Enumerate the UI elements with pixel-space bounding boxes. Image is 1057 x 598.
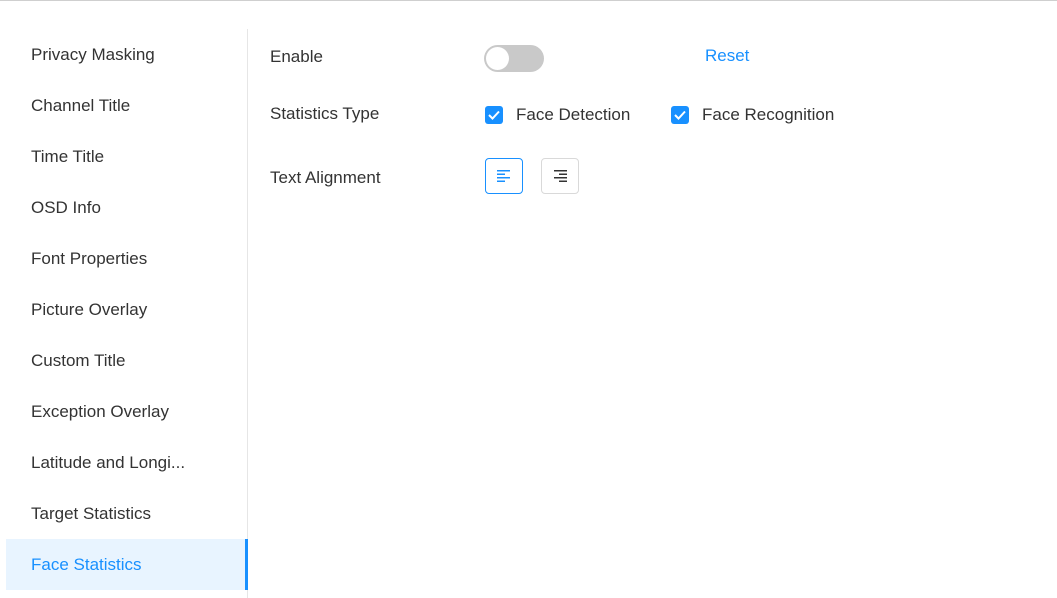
checkmark-icon bbox=[671, 106, 689, 124]
sidebar-item-picture-overlay[interactable]: Picture Overlay bbox=[6, 284, 248, 335]
align-right-button[interactable] bbox=[541, 158, 579, 194]
checkmark-icon bbox=[485, 106, 503, 124]
align-right-icon bbox=[554, 170, 567, 182]
sidebar-item-privacy-masking[interactable]: Privacy Masking bbox=[6, 29, 248, 80]
sidebar-item-custom-title[interactable]: Custom Title bbox=[6, 335, 248, 386]
enable-label: Enable bbox=[270, 47, 323, 66]
align-left-button[interactable] bbox=[485, 158, 523, 194]
face-detection-checkbox[interactable]: Face Detection bbox=[485, 104, 630, 126]
text-alignment-label: Text Alignment bbox=[270, 168, 381, 187]
toggle-knob bbox=[486, 47, 509, 70]
sidebar-item-exception-overlay[interactable]: Exception Overlay bbox=[6, 386, 248, 437]
enable-toggle[interactable] bbox=[484, 45, 544, 72]
sidebar-item-time-title[interactable]: Time Title bbox=[6, 131, 248, 182]
sidebar-menu: Privacy Masking Channel Title Time Title… bbox=[0, 29, 248, 598]
sidebar-item-latitude-longitude[interactable]: Latitude and Longi... bbox=[6, 437, 248, 488]
face-detection-label: Face Detection bbox=[516, 105, 631, 124]
sidebar-item-target-statistics[interactable]: Target Statistics bbox=[6, 488, 248, 539]
page-frame: Privacy Masking Channel Title Time Title… bbox=[0, 0, 1057, 598]
sidebar-item-face-statistics[interactable]: Face Statistics bbox=[6, 539, 248, 590]
sidebar-item-channel-title[interactable]: Channel Title bbox=[6, 80, 248, 131]
align-left-icon bbox=[497, 170, 510, 182]
face-recognition-checkbox[interactable]: Face Recognition bbox=[671, 104, 834, 126]
reset-link[interactable]: Reset bbox=[705, 46, 749, 66]
statistics-type-label: Statistics Type bbox=[270, 104, 380, 123]
sidebar-item-osd-info[interactable]: OSD Info bbox=[6, 182, 248, 233]
sidebar-item-font-properties[interactable]: Font Properties bbox=[6, 233, 248, 284]
face-recognition-label: Face Recognition bbox=[702, 105, 835, 124]
